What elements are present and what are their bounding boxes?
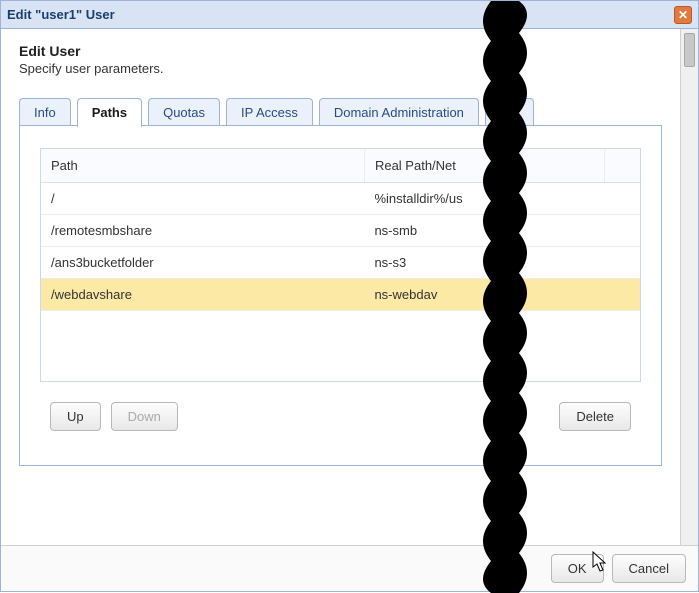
table-spacer-row [41,311,640,363]
up-button[interactable]: Up [50,402,101,431]
panel-heading: Edit User [19,43,662,59]
grid-spacer [41,311,640,363]
dialog-window: Edit "user1" User ✕ Edit User Specify us… [0,0,699,592]
ok-button[interactable]: OK [551,554,604,583]
cell-extra [604,183,640,215]
tab-ip-access[interactable]: IP Access [226,98,313,126]
vertical-scrollbar[interactable] [680,29,698,545]
table-row[interactable]: /remotesmbshare ns-smb [41,215,640,247]
cell-path: /ans3bucketfolder [41,247,364,279]
tab-panel-paths: Path Real Path/Net / %installdir%/us [19,126,662,466]
tab-paths[interactable]: Paths [77,98,142,127]
cell-path: /remotesmbshare [41,215,364,247]
close-button[interactable]: ✕ [674,6,692,24]
col-real-path[interactable]: Real Path/Net [364,149,604,183]
content-area: Edit User Specify user parameters. Info … [1,29,680,545]
tabstrip: Info Paths Quotas IP Access Domain Admin… [19,98,662,126]
paths-table: Path Real Path/Net / %installdir%/us [41,149,640,363]
tab-quotas[interactable]: Quotas [148,98,220,126]
cell-extra [604,215,640,247]
tab-truncated[interactable]: We [485,98,534,126]
cell-extra [604,279,640,311]
dialog-footer: OK Cancel [1,545,698,591]
cell-path: /webdavshare [41,279,364,311]
tab-domain-administration[interactable]: Domain Administration [319,98,479,126]
col-path[interactable]: Path [41,149,364,183]
delete-button[interactable]: Delete [559,402,631,431]
table-row[interactable]: / %installdir%/us [41,183,640,215]
dialog-title: Edit "user1" User [7,7,674,22]
table-header-row: Path Real Path/Net [41,149,640,183]
panel-header: Edit User Specify user parameters. [19,43,662,76]
grid-button-row: Up Down Delete [40,402,641,431]
titlebar: Edit "user1" User ✕ [1,1,698,29]
cell-real: ns-s3 [364,247,604,279]
panel-subheading: Specify user parameters. [19,61,662,76]
cell-real: %installdir%/us [364,183,604,215]
table-row[interactable]: /webdavshare ns-webdav [41,279,640,311]
tab-info[interactable]: Info [19,98,71,126]
cell-real: ns-smb [364,215,604,247]
button-spacer [188,402,550,431]
cancel-button[interactable]: Cancel [612,554,686,583]
cell-extra [604,247,640,279]
cell-real: ns-webdav [364,279,604,311]
scrollbar-thumb[interactable] [684,33,695,67]
col-extra[interactable] [604,149,640,183]
dialog-body: Edit User Specify user parameters. Info … [1,29,698,545]
cell-path: / [41,183,364,215]
close-icon: ✕ [678,9,688,21]
paths-grid-box: Path Real Path/Net / %installdir%/us [40,148,641,382]
down-button[interactable]: Down [111,402,178,431]
table-row[interactable]: /ans3bucketfolder ns-s3 [41,247,640,279]
